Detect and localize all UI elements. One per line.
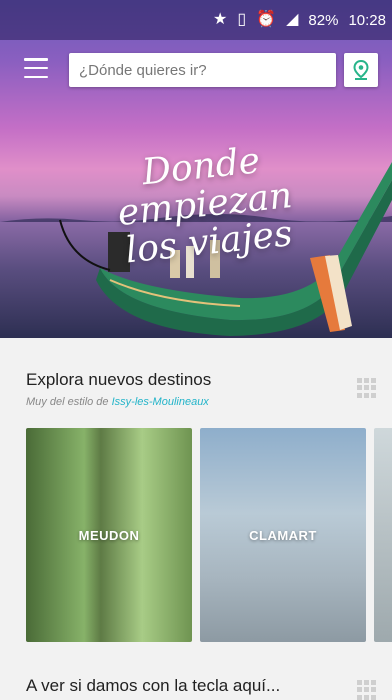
search-input[interactable] (69, 60, 336, 80)
vibrate-icon: ▯ (237, 11, 247, 28)
destination-card-partial[interactable] (374, 428, 392, 642)
status-bar: ★ ▯ ⏰ ◢ 82% 10:28 (0, 0, 392, 40)
section-second-title: A ver si damos con la tecla aquí... (26, 676, 281, 695)
destination-carousel[interactable]: MEUDON CLAMART (26, 428, 392, 642)
hamburger-menu-icon[interactable] (24, 58, 48, 78)
destination-card-clamart[interactable]: CLAMART (200, 428, 366, 642)
clock: 10:28 (348, 11, 386, 29)
destination-card-label: MEUDON (78, 528, 140, 543)
map-location-button[interactable] (344, 53, 378, 87)
hero-banner: Donde empiezan los viajes (0, 0, 392, 338)
battery-level: 82% (308, 11, 339, 29)
place-link[interactable]: Issy-les-Moulineaux (112, 396, 209, 408)
section-explore-title: Explora nuevos destinos (26, 370, 212, 389)
destination-card-label: CLAMART (249, 528, 317, 543)
map-pin-icon (353, 60, 369, 80)
search-box[interactable] (69, 53, 336, 87)
destination-card-meudon[interactable]: MEUDON (26, 428, 192, 642)
signal-icon: ◢ (286, 11, 299, 28)
grid-view-icon[interactable] (357, 378, 377, 398)
alarm-icon: ⏰ (256, 11, 277, 28)
grid-view-icon-2[interactable] (357, 680, 377, 700)
star-icon: ★ (213, 11, 228, 28)
section-explore-subtitle: Muy del estilo de Issy-les-Moulineaux (26, 396, 209, 408)
